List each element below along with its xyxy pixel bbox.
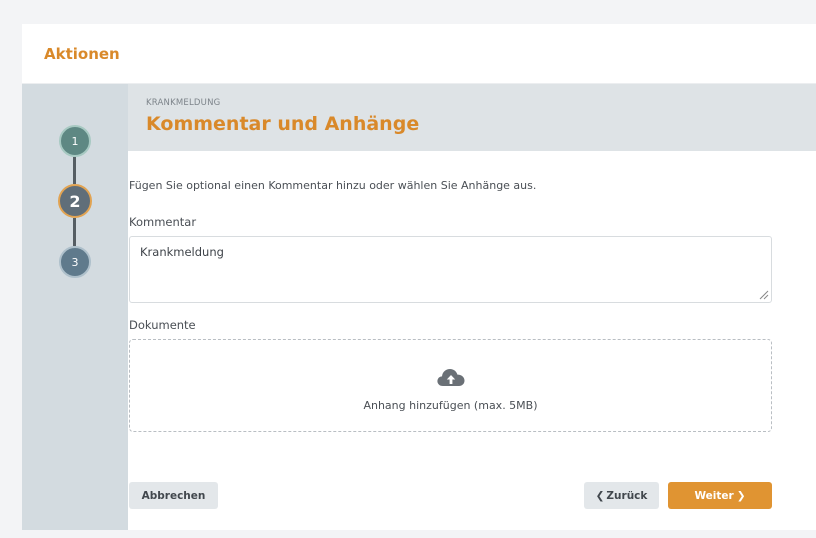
chevron-left-icon: ❮ (595, 489, 605, 502)
intro-text: Fügen Sie optional einen Kommentar hinzu… (129, 179, 537, 192)
next-label: Weiter (694, 489, 734, 502)
step-number: 3 (71, 255, 79, 269)
chevron-right-icon: ❯ (736, 489, 746, 502)
step-2-active[interactable]: 2 (58, 184, 92, 218)
step-connector (73, 218, 76, 246)
section-label: KRANKMELDUNG (146, 98, 221, 108)
comment-textarea[interactable]: Krankmeldung (129, 236, 772, 303)
file-dropzone[interactable]: Anhang hinzufügen (max. 5MB) (129, 339, 772, 432)
comment-label: Kommentar (129, 215, 197, 229)
step-number: 1 (71, 134, 79, 148)
resize-handle-icon[interactable] (757, 288, 769, 300)
comment-value: Krankmeldung (140, 245, 224, 259)
cancel-button[interactable]: Abbrechen (129, 482, 218, 509)
back-button[interactable]: ❮ Zurück (584, 482, 659, 509)
card-title: Aktionen (44, 44, 120, 63)
card-header: Aktionen (22, 24, 816, 84)
step-3[interactable]: 3 (59, 246, 91, 278)
page-title: Kommentar und Anhänge (146, 113, 420, 135)
step-number: 2 (69, 191, 81, 211)
step-1[interactable]: 1 (59, 125, 91, 157)
stepper: 1 2 3 (22, 84, 128, 530)
cloud-upload-icon (436, 369, 464, 386)
next-button[interactable]: Weiter ❯ (668, 482, 772, 509)
step-header: KRANKMELDUNG Kommentar und Anhänge (128, 84, 816, 151)
step-connector (73, 157, 76, 184)
cancel-label: Abbrechen (141, 489, 206, 502)
back-label: Zurück (606, 489, 648, 502)
documents-label: Dokumente (129, 318, 196, 332)
dropzone-text: Anhang hinzufügen (max. 5MB) (363, 399, 538, 412)
